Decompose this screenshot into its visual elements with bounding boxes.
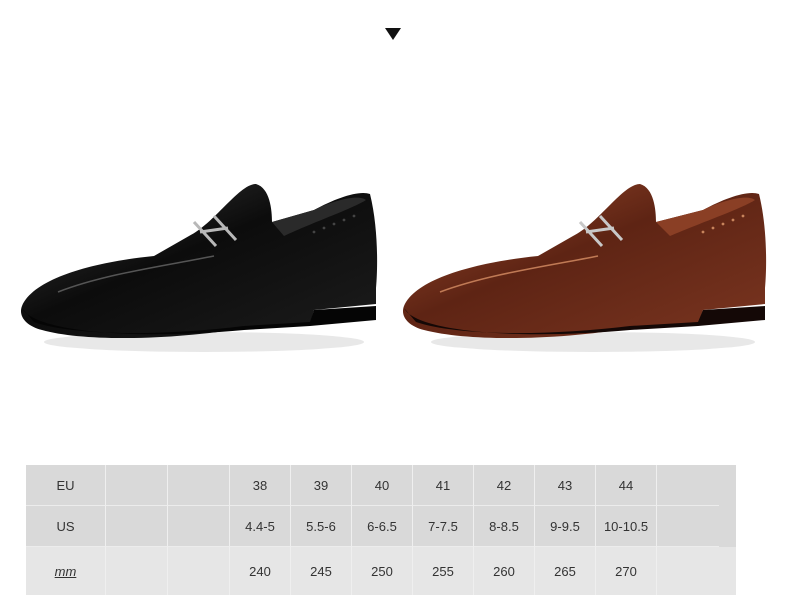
size-cell: 43 bbox=[535, 465, 596, 506]
size-cell: 265 bbox=[535, 547, 596, 595]
size-cell: 255 bbox=[413, 547, 474, 595]
size-cell: 250 bbox=[352, 547, 413, 595]
black-loafer-image bbox=[20, 184, 378, 352]
size-cell: 240 bbox=[230, 547, 291, 595]
size-cell: 39 bbox=[291, 465, 352, 506]
table-row-eu: EU 38 39 40 41 42 43 44 bbox=[26, 465, 736, 506]
empty-cell bbox=[168, 506, 230, 547]
empty-cell bbox=[106, 506, 168, 547]
row-label: EU bbox=[26, 465, 106, 506]
table-row-mm: mm 240 245 250 255 260 265 270 bbox=[26, 547, 736, 595]
size-cell: 4.4-5 bbox=[230, 506, 291, 547]
empty-cell bbox=[657, 465, 719, 506]
size-cell: 41 bbox=[413, 465, 474, 506]
size-cell: 270 bbox=[596, 547, 657, 595]
brown-loafer-image bbox=[402, 184, 767, 352]
size-cell: 40 bbox=[352, 465, 413, 506]
size-cell: 8-8.5 bbox=[474, 506, 535, 547]
size-cell: 38 bbox=[230, 465, 291, 506]
row-label: mm bbox=[26, 547, 106, 595]
empty-cell bbox=[106, 547, 168, 595]
table-row-us: US 4.4-5 5.5-6 6-6.5 7-7.5 8-8.5 9-9.5 1… bbox=[26, 506, 736, 547]
size-cell: 44 bbox=[596, 465, 657, 506]
size-cell: 9-9.5 bbox=[535, 506, 596, 547]
size-cell: 7-7.5 bbox=[413, 506, 474, 547]
empty-cell bbox=[657, 506, 719, 547]
size-cell: 245 bbox=[291, 547, 352, 595]
size-cell: 6-6.5 bbox=[352, 506, 413, 547]
empty-cell bbox=[168, 547, 230, 595]
size-cell: 42 bbox=[474, 465, 535, 506]
empty-cell bbox=[106, 465, 168, 506]
size-cell: 260 bbox=[474, 547, 535, 595]
row-label: US bbox=[26, 506, 106, 547]
size-chart-table: EU 38 39 40 41 42 43 44 US 4.4-5 5.5-6 6… bbox=[26, 465, 736, 595]
size-cell: 10-10.5 bbox=[596, 506, 657, 547]
empty-cell bbox=[657, 547, 719, 595]
down-triangle-icon bbox=[385, 28, 401, 40]
size-cell: 5.5-6 bbox=[291, 506, 352, 547]
empty-cell bbox=[168, 465, 230, 506]
